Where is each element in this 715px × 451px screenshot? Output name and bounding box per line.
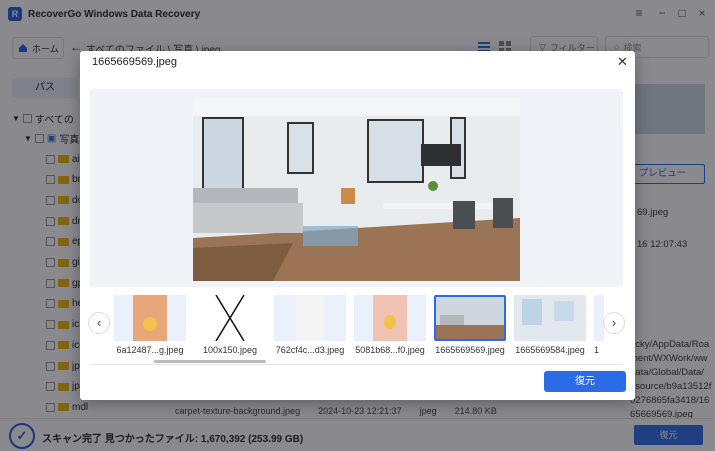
- thumbnail-caption: 6a12487...g.jpeg: [116, 345, 184, 355]
- thumbnail-item[interactable]: 100x150.jpeg: [194, 295, 266, 357]
- dialog-title: 1665669569.jpeg: [92, 56, 178, 68]
- preview-area: [90, 89, 623, 287]
- dialog-recover-button[interactable]: 復元: [544, 371, 626, 392]
- thumbnail-image: [594, 295, 604, 341]
- next-arrow-icon[interactable]: ›: [603, 312, 625, 334]
- divider: [90, 364, 623, 365]
- thumbnail-caption: 762cf4c...d3.jpeg: [275, 345, 345, 355]
- preview-dialog: 1665669569.jpeg ✕ ‹ 6a12487...g.jpeg 100…: [80, 51, 635, 400]
- thumbnail-strip: ‹ 6a12487...g.jpeg 100x150.jpeg 762cf4c.…: [88, 291, 625, 363]
- thumbnail-image: [354, 295, 426, 341]
- thumbnail-item[interactable]: 1665669584.jpeg: [514, 295, 586, 357]
- thumbnail-image: [274, 295, 346, 341]
- thumbnail-image: [194, 295, 266, 341]
- close-icon[interactable]: ✕: [617, 55, 628, 69]
- thumbnail-caption: 1: [594, 345, 600, 355]
- thumbnail-caption: 100x150.jpeg: [202, 345, 258, 355]
- thumbnail-image: [434, 295, 506, 341]
- thumbnail-image: [114, 295, 186, 341]
- thumbnail-item[interactable]: 6a12487...g.jpeg: [114, 295, 186, 357]
- thumbnail-item[interactable]: 5081b68...f0.jpeg: [354, 295, 426, 357]
- thumbnail-caption: 5081b68...f0.jpeg: [355, 345, 425, 355]
- thumbnail-item-selected[interactable]: 1665669569.jpeg: [434, 295, 506, 357]
- thumbnail-item[interactable]: 762cf4c...d3.jpeg: [274, 295, 346, 357]
- preview-image: [193, 98, 520, 281]
- thumbnail-caption: 1665669584.jpeg: [515, 345, 585, 355]
- thumbnail-image: [514, 295, 586, 341]
- thumbnail-caption: 1665669569.jpeg: [435, 345, 505, 355]
- thumbnail-scrollbar[interactable]: [154, 360, 266, 363]
- prev-arrow-icon[interactable]: ‹: [88, 312, 110, 334]
